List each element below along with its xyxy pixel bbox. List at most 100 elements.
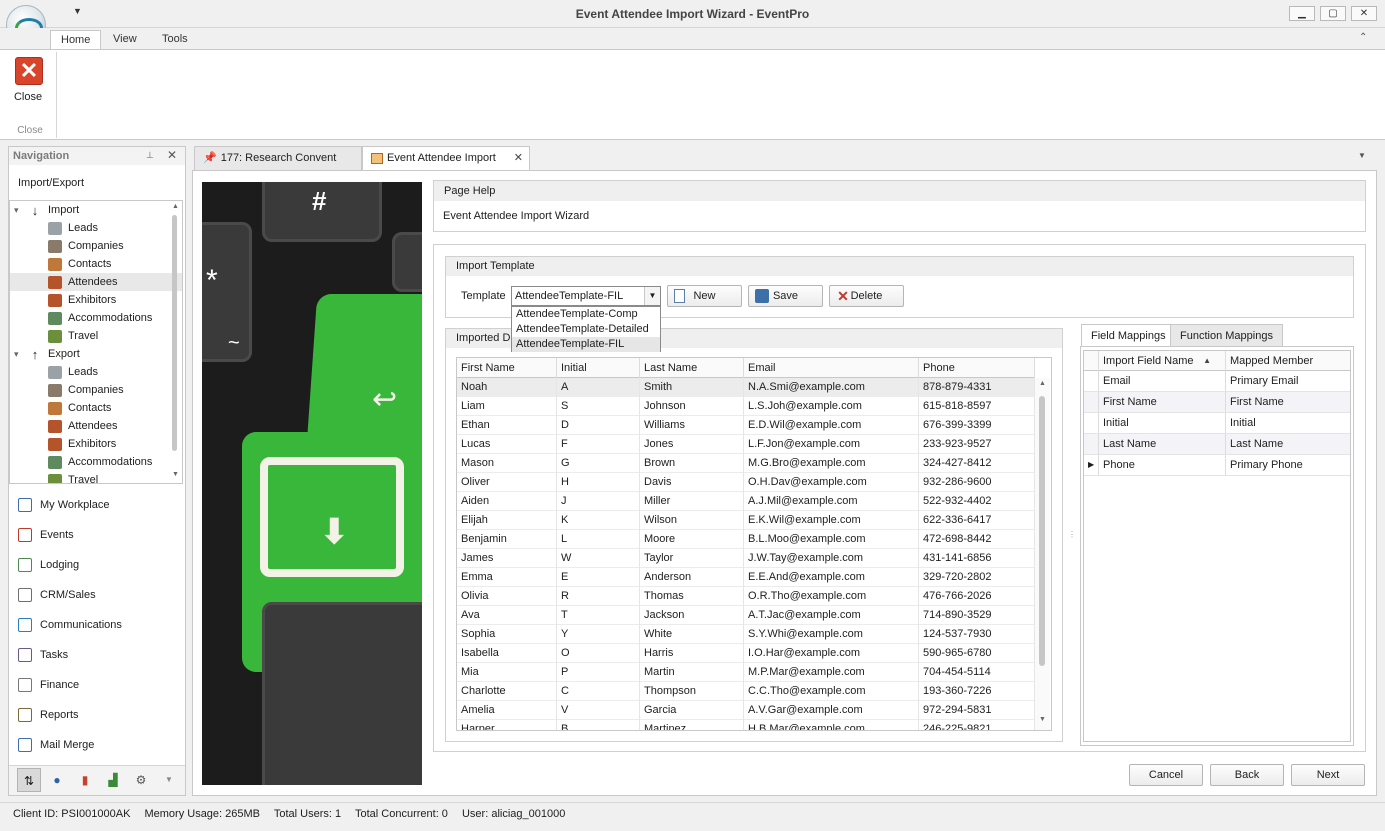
- table-row[interactable]: Lucas F Jones L.F.Jon@example.com 233-923-95…: [457, 435, 1035, 454]
- expand-toggle-icon[interactable]: ▾: [14, 345, 28, 363]
- tab-field-mappings[interactable]: Field Mappings: [1081, 324, 1176, 347]
- scroll-up-icon[interactable]: ▲: [1039, 380, 1046, 387]
- tab-event-attendee-import[interactable]: Event Attendee Import ✕: [362, 146, 530, 171]
- next-button[interactable]: Next: [1291, 764, 1365, 786]
- new-button[interactable]: New: [667, 285, 742, 307]
- nav-link-events[interactable]: Events: [18, 524, 178, 546]
- nav-link-my-workplace[interactable]: My Workplace: [18, 494, 178, 516]
- template-option[interactable]: AttendeeTemplate-FIL: [512, 337, 660, 352]
- ribbon-tab-home[interactable]: Home: [50, 30, 102, 49]
- tree-item[interactable]: Exhibitors: [10, 435, 182, 453]
- column-header[interactable]: Phone: [919, 358, 1035, 378]
- splitter-handle[interactable]: ⋮: [1068, 530, 1076, 544]
- tree-item[interactable]: Leads: [10, 363, 182, 381]
- table-row[interactable]: Olivia R Thomas O.R.Tho@example.com 476-766-…: [457, 587, 1035, 606]
- table-row[interactable]: Liam S Johnson L.S.Joh@example.com 615-818-8…: [457, 397, 1035, 416]
- tree-item[interactable]: ▾ ↑ Export: [10, 345, 182, 363]
- close-x-icon[interactable]: ✕: [15, 57, 43, 85]
- tree-item[interactable]: Leads: [10, 219, 182, 237]
- nav-link-mail-merge[interactable]: Mail Merge: [18, 734, 178, 756]
- mapping-row[interactable]: Email Primary Email: [1084, 371, 1350, 392]
- bar-chart-nav-icon[interactable]: ▮: [73, 768, 97, 792]
- import-export-nav-icon[interactable]: ⇅: [17, 768, 41, 792]
- field-mappings-grid[interactable]: Import Field Name ▲ Mapped Member Email Prim…: [1083, 350, 1351, 742]
- window-close-button[interactable]: ✕: [1351, 6, 1377, 21]
- line-chart-nav-icon[interactable]: ▟: [101, 768, 125, 792]
- table-row[interactable]: Mason G Brown M.G.Bro@example.com 324-427-84…: [457, 454, 1035, 473]
- template-dropdown-list[interactable]: AttendeeTemplate-Comp AttendeeTemplate-D…: [511, 306, 661, 352]
- table-row[interactable]: James W Taylor J.W.Tay@example.com 431-141-6…: [457, 549, 1035, 568]
- column-header[interactable]: First Name: [457, 358, 557, 378]
- mapping-row[interactable]: ▶ Phone Primary Phone: [1084, 455, 1350, 476]
- template-select[interactable]: AttendeeTemplate-FIL ▼: [511, 286, 661, 306]
- chevron-down-icon[interactable]: ▼: [644, 287, 660, 305]
- tab-close-icon[interactable]: ✕: [514, 147, 523, 170]
- nav-link-crm-sales[interactable]: CRM/Sales: [18, 584, 178, 606]
- tree-item[interactable]: Accommodations: [10, 453, 182, 471]
- nav-link-reports[interactable]: Reports: [18, 704, 178, 726]
- table-row[interactable]: Ethan D Williams E.D.Wil@example.com 676-399…: [457, 416, 1035, 435]
- scroll-down-icon[interactable]: ▼: [172, 471, 179, 478]
- import-export-tree[interactable]: ▾ ↓ Import Leads Companies Contacts Attendees E…: [9, 200, 183, 484]
- tab-research-convention[interactable]: 📌 177: Research Convent: [194, 146, 362, 170]
- scroll-up-icon[interactable]: ▲: [172, 203, 179, 210]
- navigation-close-icon[interactable]: ✕: [167, 148, 177, 162]
- template-option[interactable]: AttendeeTemplate-Detailed: [512, 322, 660, 337]
- column-header[interactable]: Last Name: [640, 358, 744, 378]
- cancel-button[interactable]: Cancel: [1129, 764, 1203, 786]
- nav-link-communications[interactable]: Communications: [18, 614, 178, 636]
- maximize-button[interactable]: ▢: [1320, 6, 1346, 21]
- ribbon-tab-view[interactable]: View: [103, 30, 147, 49]
- table-row[interactable]: Aiden J Miller A.J.Mil@example.com 522-932-4…: [457, 492, 1035, 511]
- tree-item[interactable]: Contacts: [10, 255, 182, 273]
- globe-nav-icon[interactable]: ●: [45, 768, 69, 792]
- tree-item[interactable]: Companies: [10, 237, 182, 255]
- ribbon-close-button[interactable]: Close: [6, 91, 50, 103]
- tree-item[interactable]: Attendees: [10, 273, 182, 291]
- more-nav-icon[interactable]: ▼: [157, 768, 181, 792]
- table-row[interactable]: Isabella O Harris I.O.Har@example.com 590-96…: [457, 644, 1035, 663]
- table-row[interactable]: Harper B Martinez H.B.Mar@example.com 246-22…: [457, 720, 1035, 730]
- mapping-row[interactable]: First Name First Name: [1084, 392, 1350, 413]
- table-row[interactable]: Oliver H Davis O.H.Dav@example.com 932-286-9…: [457, 473, 1035, 492]
- tree-item[interactable]: Attendees: [10, 417, 182, 435]
- table-row[interactable]: Elijah K Wilson E.K.Wil@example.com 622-336-…: [457, 511, 1035, 530]
- table-row[interactable]: Amelia V Garcia A.V.Gar@example.com 972-294-…: [457, 701, 1035, 720]
- mapping-row[interactable]: Initial Initial: [1084, 413, 1350, 434]
- tree-scroll-thumb[interactable]: [172, 215, 177, 451]
- save-button[interactable]: Save: [748, 285, 823, 307]
- tree-item[interactable]: Travel: [10, 471, 182, 483]
- minimize-button[interactable]: ▁: [1289, 6, 1315, 21]
- back-button[interactable]: Back: [1210, 764, 1284, 786]
- imported-data-grid[interactable]: First Name Initial Last Name Email Phone Noah…: [456, 357, 1052, 731]
- collapse-ribbon-icon[interactable]: ⌃: [1359, 32, 1367, 43]
- pin-icon[interactable]: ⊥: [146, 150, 154, 161]
- column-header[interactable]: Import Field Name ▲: [1099, 351, 1226, 371]
- tree-item[interactable]: Companies: [10, 381, 182, 399]
- table-row[interactable]: Charlotte C Thompson C.C.Tho@example.com 193…: [457, 682, 1035, 701]
- tree-item[interactable]: Travel: [10, 327, 182, 345]
- nav-link-finance[interactable]: Finance: [18, 674, 178, 696]
- tree-scrollbar[interactable]: ▲ ▼: [171, 203, 179, 481]
- template-option[interactable]: AttendeeTemplate-Comp: [512, 307, 660, 322]
- table-row[interactable]: Mia P Martin M.P.Mar@example.com 704-454-511…: [457, 663, 1035, 682]
- tree-item[interactable]: Accommodations: [10, 309, 182, 327]
- column-header[interactable]: Mapped Member: [1226, 351, 1350, 371]
- column-header[interactable]: Initial: [557, 358, 640, 378]
- gear-nav-icon[interactable]: ⚙: [129, 768, 153, 792]
- tab-function-mappings[interactable]: Function Mappings: [1170, 324, 1283, 346]
- nav-link-tasks[interactable]: Tasks: [18, 644, 178, 666]
- tab-list-dropdown-icon[interactable]: ▼: [1358, 151, 1366, 160]
- mapping-row[interactable]: Last Name Last Name: [1084, 434, 1350, 455]
- tree-item[interactable]: Exhibitors: [10, 291, 182, 309]
- table-row[interactable]: Emma E Anderson E.E.And@example.com 329-720-…: [457, 568, 1035, 587]
- table-row[interactable]: Benjamin L Moore B.L.Moo@example.com 472-698…: [457, 530, 1035, 549]
- expand-toggle-icon[interactable]: ▾: [14, 201, 28, 219]
- table-row[interactable]: Sophia Y White S.Y.Whi@example.com 124-537-7…: [457, 625, 1035, 644]
- nav-link-lodging[interactable]: Lodging: [18, 554, 178, 576]
- scroll-down-icon[interactable]: ▼: [1039, 716, 1046, 723]
- tree-item[interactable]: ▾ ↓ Import: [10, 201, 182, 219]
- delete-button[interactable]: ✕ Delete: [829, 285, 904, 307]
- grid-scroll-thumb[interactable]: [1039, 396, 1045, 666]
- tree-item[interactable]: Contacts: [10, 399, 182, 417]
